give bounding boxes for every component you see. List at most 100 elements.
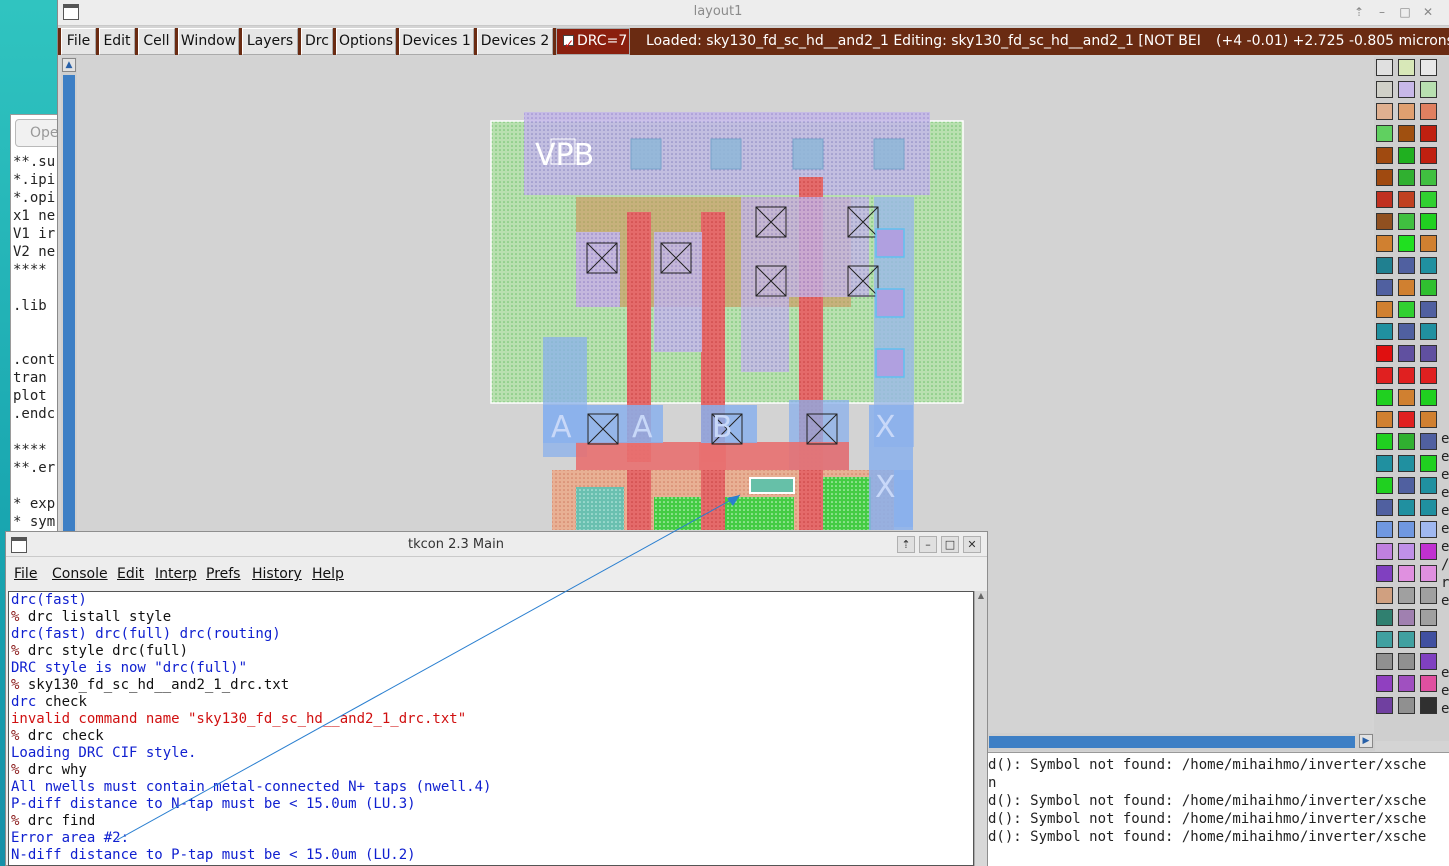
layer-swatch[interactable] [1376, 609, 1393, 626]
layer-swatch[interactable] [1398, 521, 1415, 538]
layer-swatch[interactable] [1420, 103, 1437, 120]
layer-swatch[interactable] [1398, 279, 1415, 296]
layer-swatch[interactable] [1376, 345, 1393, 362]
layer-swatch[interactable] [1420, 345, 1437, 362]
layer-swatch[interactable] [1376, 257, 1393, 274]
layer-swatch[interactable] [1398, 81, 1415, 98]
layer-swatch[interactable] [1420, 81, 1437, 98]
layer-swatch[interactable] [1398, 235, 1415, 252]
layer-swatch[interactable] [1376, 59, 1393, 76]
layer-swatch[interactable] [1420, 389, 1437, 406]
layer-swatch[interactable] [1398, 543, 1415, 560]
layer-swatch[interactable] [1420, 675, 1437, 692]
minimize-icon[interactable]: – [919, 536, 937, 553]
layer-swatch[interactable] [1376, 675, 1393, 692]
layer-swatch[interactable] [1398, 59, 1415, 76]
layer-swatch[interactable] [1420, 455, 1437, 472]
layer-swatch[interactable] [1420, 653, 1437, 670]
layer-swatch[interactable] [1398, 191, 1415, 208]
layer-swatch[interactable] [1398, 433, 1415, 450]
menu-file[interactable]: File [61, 28, 96, 55]
layer-swatch[interactable] [1376, 235, 1393, 252]
layer-swatch[interactable] [1398, 587, 1415, 604]
layer-swatch[interactable] [1376, 587, 1393, 604]
layer-swatch[interactable] [1376, 433, 1393, 450]
layer-swatch[interactable] [1420, 697, 1437, 714]
layer-swatch[interactable] [1376, 455, 1393, 472]
tk-menu-history[interactable]: History [252, 566, 302, 582]
layer-swatch[interactable] [1376, 323, 1393, 340]
layer-swatch[interactable] [1398, 631, 1415, 648]
scroll-right-icon[interactable]: ▶ [1359, 734, 1373, 748]
layer-swatch[interactable] [1420, 235, 1437, 252]
layer-swatch[interactable] [1420, 565, 1437, 582]
layer-swatch[interactable] [1420, 433, 1437, 450]
menu-window[interactable]: Window [178, 28, 239, 55]
layer-swatch[interactable] [1398, 675, 1415, 692]
layer-swatch[interactable] [1398, 367, 1415, 384]
maximize-icon[interactable]: □ [941, 536, 959, 553]
drc-error-box[interactable] [749, 477, 795, 494]
hscroll-thumb[interactable] [989, 736, 1355, 748]
layer-swatch[interactable] [1376, 697, 1393, 714]
tk-menu-file[interactable]: File [14, 566, 37, 582]
menu-options[interactable]: Options [336, 28, 396, 55]
layer-swatch[interactable] [1420, 213, 1437, 230]
layer-swatch[interactable] [1376, 653, 1393, 670]
layer-swatch[interactable] [1420, 301, 1437, 318]
menu-edit[interactable]: Edit [99, 28, 135, 55]
layer-swatch[interactable] [1398, 301, 1415, 318]
layer-swatch[interactable] [1398, 499, 1415, 516]
scroll-up-icon[interactable]: ▲ [975, 591, 987, 603]
layer-swatch[interactable] [1398, 389, 1415, 406]
layer-swatch[interactable] [1420, 257, 1437, 274]
menu-drc[interactable]: Drc [301, 28, 333, 55]
layer-swatch[interactable] [1376, 301, 1393, 318]
layer-swatch[interactable] [1420, 59, 1437, 76]
layer-swatch[interactable] [1376, 477, 1393, 494]
layer-swatch[interactable] [1398, 323, 1415, 340]
tk-menu-interp[interactable]: Interp [155, 566, 197, 582]
layer-swatch[interactable] [1376, 103, 1393, 120]
layer-swatch[interactable] [1420, 587, 1437, 604]
tk-menu-prefs[interactable]: Prefs [206, 566, 240, 582]
layer-swatch[interactable] [1398, 125, 1415, 142]
tk-menu-help[interactable]: Help [312, 566, 344, 582]
layer-swatch[interactable] [1376, 543, 1393, 560]
tk-menu-edit[interactable]: Edit [117, 566, 144, 582]
layer-swatch[interactable] [1420, 609, 1437, 626]
pin-icon[interactable]: ⇡ [1351, 4, 1367, 20]
layer-palette[interactable] [1374, 57, 1449, 741]
layer-swatch[interactable] [1420, 521, 1437, 538]
pin-icon[interactable]: ⇡ [897, 536, 915, 553]
layer-swatch[interactable] [1398, 477, 1415, 494]
layer-swatch[interactable] [1398, 609, 1415, 626]
layer-swatch[interactable] [1420, 477, 1437, 494]
scroll-up-icon[interactable]: ▲ [62, 58, 76, 72]
menu-layers[interactable]: Layers [242, 28, 298, 55]
layer-swatch[interactable] [1376, 147, 1393, 164]
layer-swatch[interactable] [1376, 169, 1393, 186]
layer-swatch[interactable] [1420, 411, 1437, 428]
layer-swatch[interactable] [1398, 345, 1415, 362]
tkcon-scrollbar[interactable]: ▲ [974, 591, 987, 866]
tk-menu-console[interactable]: Console [52, 566, 108, 582]
layer-swatch[interactable] [1376, 411, 1393, 428]
layer-swatch[interactable] [1376, 521, 1393, 538]
layer-swatch[interactable] [1376, 499, 1393, 516]
layer-swatch[interactable] [1398, 653, 1415, 670]
layer-swatch[interactable] [1398, 169, 1415, 186]
layer-swatch[interactable] [1398, 411, 1415, 428]
menu-devices-1[interactable]: Devices 1 [399, 28, 474, 55]
layer-swatch[interactable] [1376, 81, 1393, 98]
layer-swatch[interactable] [1420, 499, 1437, 516]
menu-devices-2[interactable]: Devices 2 [477, 28, 553, 55]
horizontal-scrollbar[interactable]: ▶ [989, 733, 1375, 751]
layer-swatch[interactable] [1398, 257, 1415, 274]
close-icon[interactable]: ✕ [963, 536, 981, 553]
layer-swatch[interactable] [1376, 389, 1393, 406]
layer-swatch[interactable] [1398, 147, 1415, 164]
layer-swatch[interactable] [1376, 367, 1393, 384]
layer-swatch[interactable] [1376, 213, 1393, 230]
layer-swatch[interactable] [1420, 147, 1437, 164]
